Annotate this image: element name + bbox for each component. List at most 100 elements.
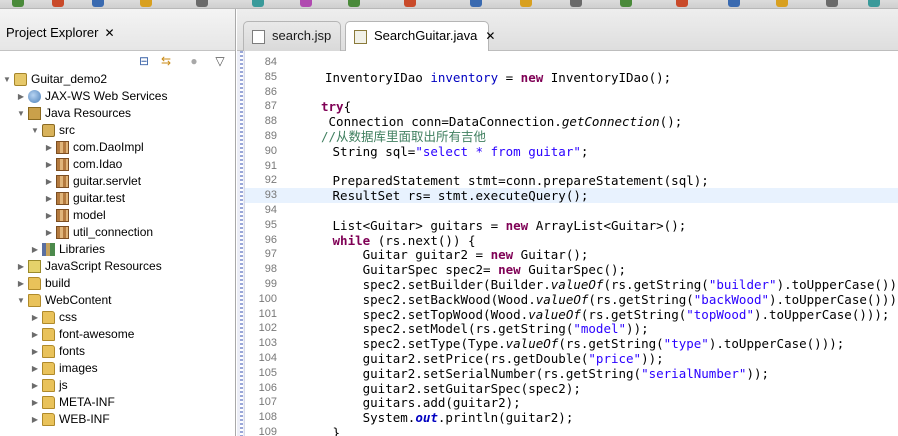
code-line[interactable]: 97 Guitar guitar2 = new Guitar(); [245,247,898,262]
toolbar-button[interactable] [12,0,24,7]
tree-item[interactable]: ▶ css [0,309,235,326]
close-icon[interactable]: ✕ [485,29,495,43]
expand-arrow-icon[interactable]: ▶ [44,139,54,156]
toolbar-button[interactable] [252,0,264,7]
toolbar-button[interactable] [92,0,104,7]
tree-item[interactable]: ▶ build [0,275,235,292]
expand-arrow-icon[interactable]: ▶ [16,88,26,105]
tree-item[interactable]: ▼ Guitar_demo2 [0,71,235,88]
toolbar-button[interactable] [52,0,64,7]
tree-item[interactable]: ▶ com.Idao [0,156,235,173]
tree-item[interactable]: ▶ util_connection [0,224,235,241]
tree-item[interactable]: ▶ font-awesome [0,326,235,343]
expand-arrow-icon[interactable]: ▶ [30,241,40,258]
collapse-arrow-icon[interactable]: ▼ [16,105,26,122]
code-line[interactable]: 92 PreparedStatement stmt=conn.prepareSt… [245,173,898,188]
expand-arrow-icon[interactable]: ▶ [44,156,54,173]
code-line[interactable]: 91 [245,159,898,174]
code-token: getConnection [561,114,660,130]
tree-item[interactable]: ▶ guitar.servlet [0,173,235,190]
expand-arrow-icon[interactable]: ▶ [30,360,40,377]
expand-arrow-icon[interactable]: ▶ [30,377,40,394]
code-text: } [325,425,341,436]
code-line[interactable]: 99 spec2.setBuilder(Builder.valueOf(rs.g… [245,277,898,292]
toolbar-button[interactable] [140,0,152,7]
toolbar-button[interactable] [570,0,582,7]
tree-item[interactable]: ▶ JavaScript Resources [0,258,235,275]
tree-item[interactable]: ▶ fonts [0,343,235,360]
expand-arrow-icon[interactable]: ▶ [44,190,54,207]
tree-item[interactable]: ▶ WEB-INF [0,411,235,428]
tree-item[interactable]: ▼ Java Resources [0,105,235,122]
tab-search-jsp[interactable]: search.jsp [243,21,341,51]
tree-item[interactable]: ▶ META-INF [0,394,235,411]
toolbar-button[interactable] [196,0,208,7]
code-line[interactable]: 108 System.out.println(guitar2); [245,410,898,425]
code-line[interactable]: 100 spec2.setBackWood(Wood.valueOf(rs.ge… [245,292,898,307]
toolbar-button[interactable] [300,0,312,7]
code-line[interactable]: 96 while (rs.next()) { [245,233,898,248]
code-text: ResultSet rs= stmt.executeQuery(); [325,188,589,203]
toolbar-button[interactable] [728,0,740,7]
collapse-arrow-icon[interactable]: ▼ [16,292,26,309]
tree-item[interactable]: ▶ JAX-WS Web Services [0,88,235,105]
tree-item[interactable]: ▶ js [0,377,235,394]
toolbar-button[interactable] [776,0,788,7]
code-line[interactable]: 90 String sql="select * from guitar"; [245,144,898,159]
expand-arrow-icon[interactable]: ▶ [44,207,54,224]
toolbar-button[interactable] [620,0,632,7]
code-line[interactable]: 98 GuitarSpec spec2= new GuitarSpec(); [245,262,898,277]
code-line[interactable]: 106 guitar2.setGuitarSpec(spec2); [245,381,898,396]
collapse-arrow-icon[interactable]: ▼ [2,71,12,88]
code-line[interactable]: 95 List<Guitar> guitars = new ArrayList<… [245,218,898,233]
toolbar-button[interactable] [404,0,416,7]
tree-item[interactable]: ▶ model [0,207,235,224]
toolbar-button[interactable] [348,0,360,7]
view-menu-icon[interactable]: ▽ [212,53,228,69]
expand-arrow-icon[interactable]: ▶ [44,173,54,190]
code-line[interactable]: 87 try{ [245,99,898,114]
toolbar-button[interactable] [868,0,880,7]
code-line[interactable]: 86 [245,85,898,100]
tree-item[interactable]: ▶ Libraries [0,241,235,258]
code-line[interactable]: 94 [245,203,898,218]
tree-item[interactable]: ▼ WebContent [0,292,235,309]
code-line[interactable]: 104 guitar2.setPrice(rs.getDouble("price… [245,351,898,366]
code-area[interactable]: 84 85 InventoryIDao inventory = new Invent… [245,51,898,436]
link-with-editor-icon[interactable]: ⇆ [158,53,174,69]
expand-arrow-icon[interactable]: ▶ [44,224,54,241]
expand-arrow-icon[interactable]: ▶ [30,326,40,343]
code-line[interactable]: 109 } [245,425,898,436]
toolbar-button[interactable] [676,0,688,7]
toolbar-button[interactable] [470,0,482,7]
code-line[interactable]: 103 spec2.setType(Type.valueOf(rs.getStr… [245,336,898,351]
expand-arrow-icon[interactable]: ▶ [30,309,40,326]
close-icon[interactable]: ✕ [104,26,114,40]
expand-arrow-icon[interactable]: ▶ [16,258,26,275]
toolbar-button[interactable] [826,0,838,7]
focus-icon[interactable]: ● [186,53,202,69]
code-line[interactable]: 93 ResultSet rs= stmt.executeQuery(); [245,188,898,204]
code-line[interactable]: 102 spec2.setModel(rs.getString("model")… [245,321,898,336]
code-line[interactable]: 101 spec2.setTopWood(Wood.valueOf(rs.get… [245,307,898,322]
code-line[interactable]: 107 guitars.add(guitar2); [245,395,898,410]
tree-item[interactable]: ▶ guitar.test [0,190,235,207]
expand-arrow-icon[interactable]: ▶ [30,394,40,411]
tree-item[interactable]: ▶ com.DaoImpl [0,139,235,156]
collapse-all-icon[interactable]: ⊟ [136,53,152,69]
code-line[interactable]: 89 //从数据库里面取出所有吉他 [245,129,898,144]
expand-arrow-icon[interactable]: ▶ [16,275,26,292]
code-token: "topWood" [686,306,754,322]
code-line[interactable]: 84 [245,55,898,70]
code-line[interactable]: 85 InventoryIDao inventory = new Inventor… [245,70,898,85]
tree-item[interactable]: ▶ images [0,360,235,377]
toolbar-button[interactable] [520,0,532,7]
expand-arrow-icon[interactable]: ▶ [30,343,40,360]
code-line[interactable]: 105 guitar2.setSerialNumber(rs.getString… [245,366,898,381]
collapse-arrow-icon[interactable]: ▼ [30,122,40,139]
expand-arrow-icon[interactable]: ▶ [30,411,40,428]
tree-item[interactable]: ▼ src [0,122,235,139]
code-line[interactable]: 88 Connection conn=DataConnection.getCon… [245,114,898,129]
tab-project-explorer[interactable]: Project Explorer ✕ [0,19,123,49]
tab-searchguitar-java[interactable]: SearchGuitar.java ✕ [345,21,495,51]
